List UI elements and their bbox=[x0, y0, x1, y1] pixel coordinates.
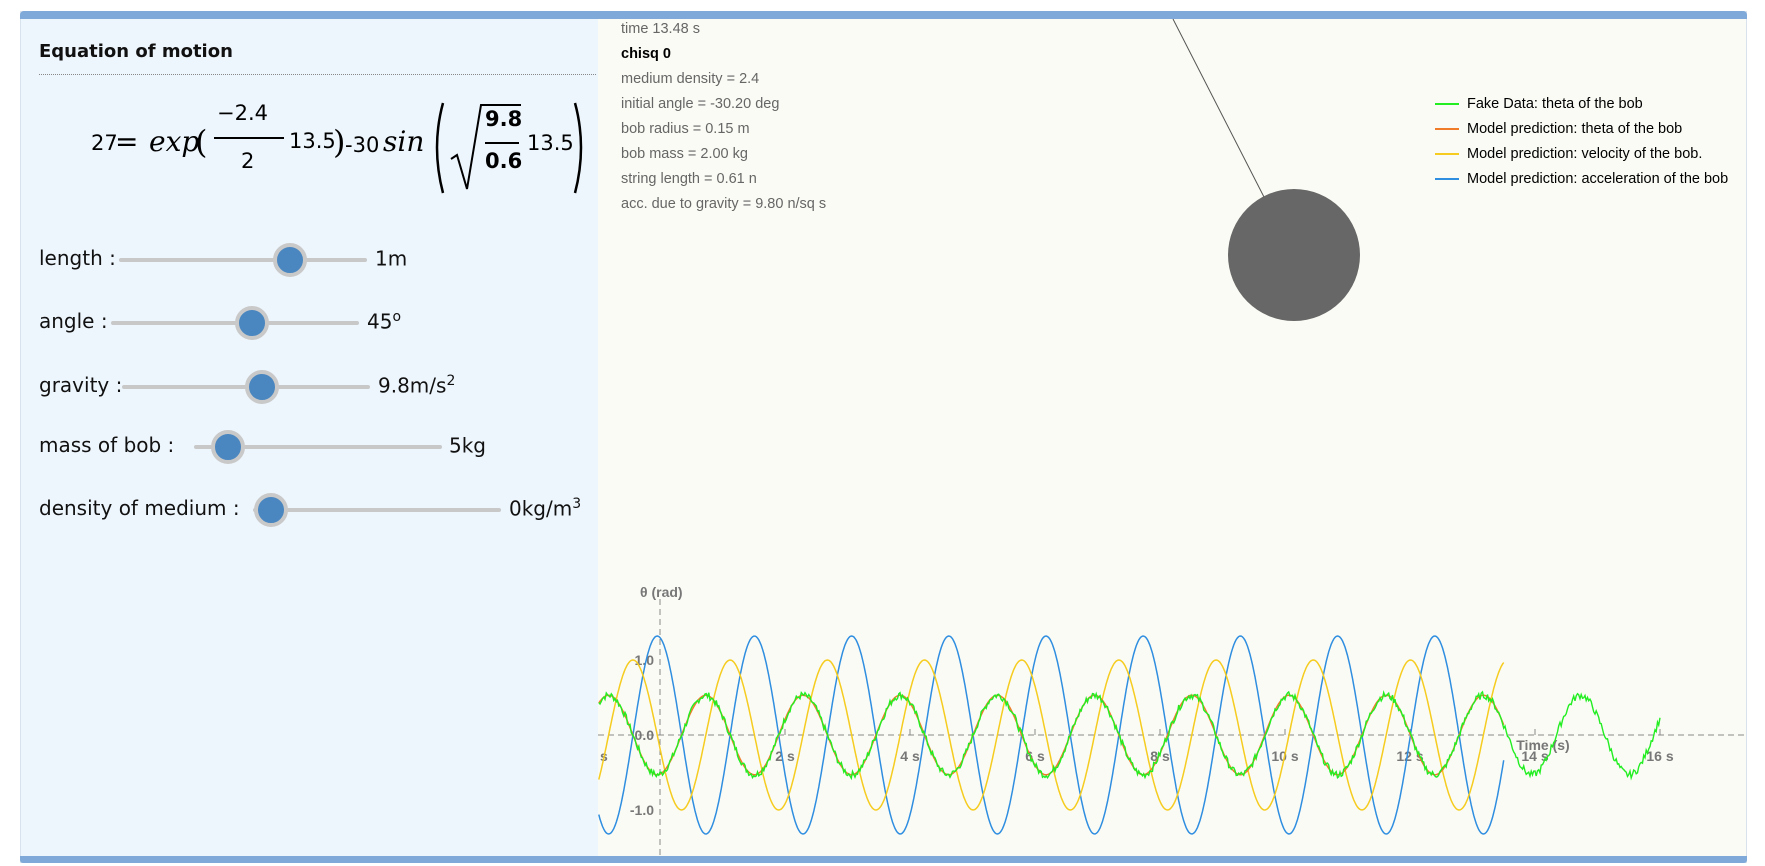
bottom-accent-bar bbox=[20, 856, 1747, 863]
slider-thumb-angle[interactable] bbox=[235, 306, 269, 340]
info-time: time 13.48 s bbox=[621, 21, 700, 37]
slider-thumb-mass[interactable] bbox=[211, 430, 245, 464]
y-tick-label: 0.0 bbox=[635, 727, 655, 743]
eq-paren-open: ( bbox=[195, 123, 208, 161]
eq-root-denominator: 0.6 bbox=[485, 149, 523, 173]
info-gravity: acc. due to gravity = 9.80 n/sq s bbox=[621, 196, 827, 212]
pendulum-bob[interactable] bbox=[1228, 189, 1360, 321]
top-accent-bar bbox=[20, 11, 1747, 19]
slider-mass: mass of bob : 5kg bbox=[39, 427, 599, 467]
info-bob-radius: bob radius = 0.15 m bbox=[621, 121, 750, 137]
slider-density: density of medium : 0kg/m3 bbox=[39, 490, 599, 530]
x-tick-label: 4 s bbox=[900, 748, 920, 764]
slider-label-mass: mass of bob : bbox=[39, 433, 175, 457]
title-divider bbox=[39, 74, 596, 75]
slider-label-angle: angle : bbox=[39, 309, 108, 333]
legend-item: Fake Data: theta of the bob bbox=[1435, 92, 1728, 117]
eq-root-numerator: 9.8 bbox=[485, 107, 523, 131]
equation-title: Equation of motion bbox=[39, 41, 233, 62]
info-bob-mass: bob mass = 2.00 kg bbox=[621, 146, 748, 162]
legend-swatch-3 bbox=[1435, 178, 1459, 181]
x-axis-label: Time (s) bbox=[1516, 737, 1569, 753]
equation-of-motion: 27 = exp ( −2.4 2 13.5 ) -30 sin 9.8 0.6… bbox=[69, 97, 589, 207]
eq-time-1: 13.5 bbox=[289, 129, 336, 153]
eq-equals: = bbox=[115, 125, 139, 158]
slider-value-mass: 5kg bbox=[449, 433, 487, 458]
legend-swatch-1 bbox=[1435, 128, 1459, 131]
simulation-info: time 13.48 s chisq 0 medium density = 2.… bbox=[621, 17, 826, 217]
slider-thumb-gravity[interactable] bbox=[245, 370, 279, 404]
legend-item: Model prediction: theta of the bob bbox=[1435, 117, 1728, 142]
chart-legend: Fake Data: theta of the bob Model predic… bbox=[1435, 92, 1728, 192]
slider-label-gravity: gravity : bbox=[39, 373, 123, 397]
x-tick-label: 2 s bbox=[775, 748, 795, 764]
slider-thumb-density[interactable] bbox=[254, 493, 288, 527]
slider-label-density: density of medium : bbox=[39, 496, 240, 520]
eq-paren-close: ) bbox=[333, 123, 346, 161]
slider-track-density[interactable] bbox=[253, 508, 501, 512]
x-tick-label: 16 s bbox=[1646, 748, 1673, 764]
slider-length: length : 1m bbox=[39, 240, 599, 280]
slider-label-length: length : bbox=[39, 246, 116, 270]
slider-value-gravity: 9.8m/s2 bbox=[378, 373, 456, 398]
y-tick-label: -1.0 bbox=[630, 802, 654, 818]
slider-value-density: 0kg/m3 bbox=[509, 496, 582, 521]
eq-sin-fn: sin bbox=[383, 125, 425, 158]
eq-exp-fraction-bar bbox=[214, 137, 284, 139]
legend-item: Model prediction: acceleration of the bo… bbox=[1435, 167, 1728, 192]
eq-exp-fn: exp bbox=[149, 125, 200, 158]
slider-track-length[interactable] bbox=[119, 258, 367, 262]
slider-gravity: gravity : 9.8m/s2 bbox=[39, 367, 599, 407]
eq-time-2: 13.5 bbox=[527, 131, 574, 155]
slider-angle: angle : 45o bbox=[39, 303, 599, 343]
slider-value-length: 1m bbox=[375, 246, 408, 271]
y-axis-label: θ (rad) bbox=[640, 584, 683, 600]
info-medium-density: medium density = 2.4 bbox=[621, 71, 760, 87]
legend-item: Model prediction: velocity of the bob. bbox=[1435, 142, 1728, 167]
eq-amplitude: -30 bbox=[345, 133, 380, 157]
theta-plot: 1.00.0-1.0θ (rad)s 2 s4 s6 s8 s 10 s 12 s 14… bbox=[598, 584, 1746, 856]
controls-panel: Equation of motion 27 = exp ( −2.4 2 13.… bbox=[21, 19, 598, 856]
slider-thumb-length[interactable] bbox=[273, 243, 307, 277]
eq-exp-denominator: 2 bbox=[241, 149, 255, 173]
slider-value-angle: 45o bbox=[367, 309, 402, 334]
info-initial-angle: initial angle = -30.20 deg bbox=[621, 96, 780, 112]
eq-lhs: 27 bbox=[91, 131, 118, 155]
legend-swatch-0 bbox=[1435, 103, 1459, 106]
pendulum-string bbox=[1172, 19, 1265, 198]
info-string-length: string length = 0.61 n bbox=[621, 171, 757, 187]
info-chisq: chisq 0 bbox=[621, 46, 671, 62]
eq-exp-numerator: −2.4 bbox=[217, 101, 268, 125]
legend-swatch-2 bbox=[1435, 153, 1459, 156]
